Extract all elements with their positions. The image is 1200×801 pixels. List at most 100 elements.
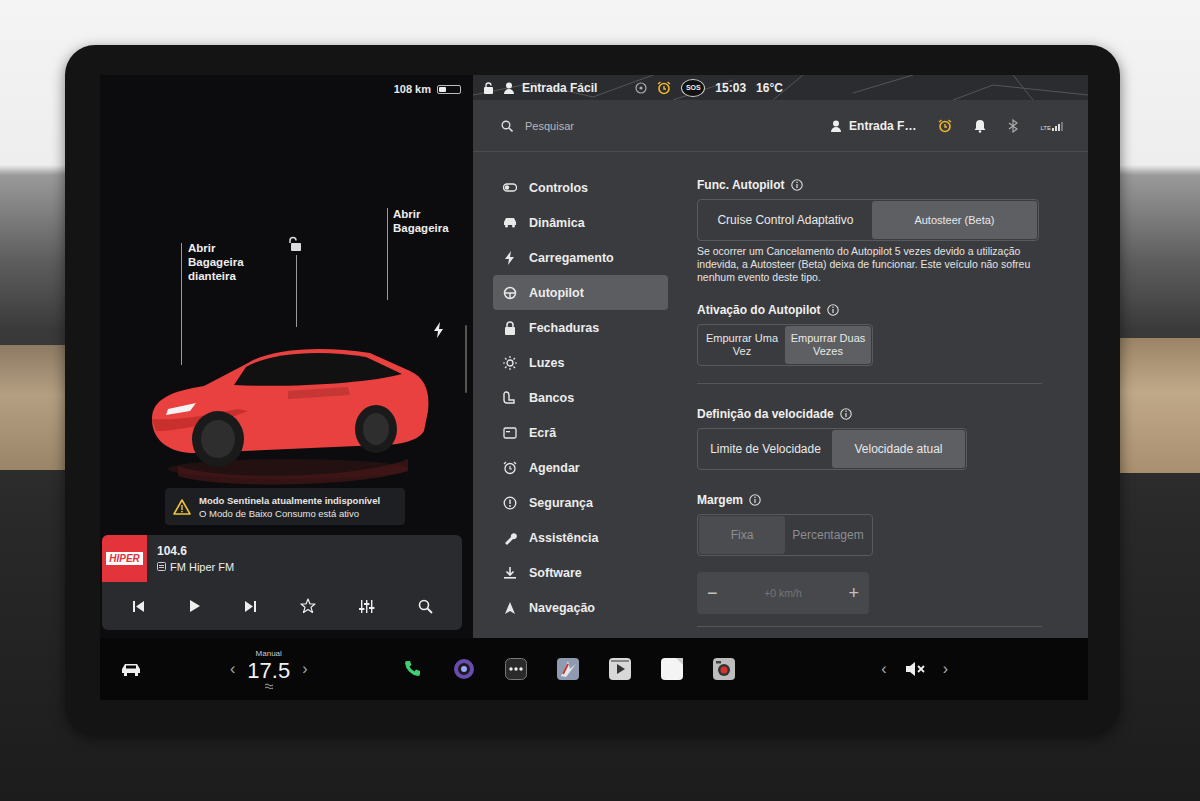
bluetooth-icon[interactable] [1008, 119, 1018, 133]
option-label: Empurrar Duas Vezes [790, 332, 866, 358]
camera-app-icon[interactable] [453, 658, 475, 680]
segment-option[interactable]: Velocidade atual [832, 430, 965, 468]
car-image [138, 291, 438, 491]
info-icon[interactable] [827, 304, 839, 316]
bell-icon[interactable] [974, 119, 986, 133]
option-label: Empurrar Uma Vez [704, 332, 780, 358]
alarm-icon[interactable] [938, 119, 952, 133]
more-apps-icon[interactable] [505, 658, 527, 680]
segment-option[interactable]: Empurrar Uma Vez [699, 326, 785, 364]
sidebar-item[interactable]: Bancos [493, 380, 668, 415]
segmented-control: Limite de Velocidade Velocidade atual [697, 428, 967, 470]
media-player: HIPER104.6FM Hiper FM [102, 535, 462, 630]
temperature-display[interactable]: Manual17.5 [247, 650, 290, 689]
sidebar-label: Controlos [529, 181, 588, 195]
section-title: Definição da velocidade [697, 406, 1047, 422]
profile-button[interactable]: Entrada F… [831, 119, 916, 133]
dashcam-app-icon[interactable] [713, 658, 735, 680]
play-icon[interactable] [188, 599, 201, 613]
volume-down-button[interactable]: ‹ [881, 660, 886, 678]
next-icon[interactable] [244, 600, 257, 613]
network-label: LTE [1040, 125, 1051, 131]
sidebar-label: Fechaduras [529, 321, 599, 335]
trunk-button[interactable]: AbrirBagageira [393, 207, 449, 235]
alarm-icon[interactable] [657, 81, 671, 95]
sidebar-label: Autopilot [529, 286, 584, 300]
temp-down-button[interactable]: ‹ [230, 660, 235, 678]
unlock-icon[interactable] [483, 82, 494, 94]
front-trunk-label: dianteira [188, 269, 244, 283]
speaker-muted-icon[interactable] [905, 660, 925, 678]
light-icon [503, 356, 517, 370]
sidebar-label: Ecrã [529, 426, 556, 440]
download-icon [503, 566, 517, 580]
sidebar-item[interactable]: Ecrã [493, 415, 668, 450]
signal-icon [1052, 121, 1063, 131]
seat-icon [503, 391, 517, 405]
media-app-icon[interactable] [609, 658, 631, 680]
navigation-app-icon[interactable] [557, 658, 579, 680]
section-title: Margem [697, 492, 1047, 508]
settings-search[interactable]: Pesquisar [501, 120, 574, 132]
sidebar-item[interactable]: Fechaduras [493, 310, 668, 345]
segment-option[interactable]: Cruise Control Adaptativo [699, 201, 872, 239]
volume-up-button[interactable]: › [943, 660, 948, 678]
settings-sidebar: Controlos Dinâmica Carregamento Autopilot Fe… [493, 152, 668, 638]
lock-icon[interactable] [289, 236, 303, 252]
front-trunk-line [181, 243, 182, 365]
section-title-text: Func. Autopilot [697, 178, 785, 192]
sidebar-item[interactable]: Dinâmica [493, 205, 668, 240]
search-icon[interactable] [418, 599, 433, 614]
charging-icon [503, 251, 517, 265]
battery-fill [439, 87, 446, 92]
display-icon [503, 426, 517, 440]
charge-port-icon[interactable] [433, 322, 444, 338]
schedule-icon [503, 461, 517, 475]
sidebar-item[interactable]: Software [493, 555, 668, 590]
sos-badge[interactable]: SOS [681, 79, 705, 97]
range-row: 108 km [100, 75, 473, 103]
outside-temperature: 16°C [756, 81, 783, 95]
media-controls [102, 582, 462, 630]
previous-icon[interactable] [132, 600, 145, 613]
sidebar-item[interactable]: Segurança [493, 485, 668, 520]
sidebar-item[interactable]: Agendar [493, 450, 668, 485]
search-placeholder[interactable]: Pesquisar [525, 120, 574, 132]
segment-option[interactable]: Empurrar Duas Vezes [785, 326, 871, 364]
option-label: Autosteer (Beta) [914, 214, 994, 227]
frequency: 104.6 [157, 543, 234, 559]
sidebar-label: Assistência [529, 531, 598, 545]
section-title-text: Margem [697, 493, 743, 507]
info-icon[interactable] [749, 494, 761, 506]
sidebar-item[interactable]: Carregamento [493, 240, 668, 275]
wrench-icon [503, 531, 517, 545]
phone-icon[interactable] [403, 659, 423, 679]
increase-button[interactable]: + [848, 583, 859, 604]
favorite-icon[interactable] [300, 598, 316, 614]
info-icon[interactable] [840, 408, 852, 420]
settings-body: Controlos Dinâmica Carregamento Autopilot Fe… [473, 152, 1088, 638]
driver-profile[interactable]: Entrada Fácil [504, 81, 597, 95]
info-icon[interactable] [791, 179, 803, 191]
sidebar-item[interactable]: Luzes [493, 345, 668, 380]
sidebar-item[interactable]: Navegação [493, 590, 668, 625]
sidebar-label: Luzes [529, 356, 564, 370]
temp-up-button[interactable]: › [302, 660, 307, 678]
decrease-button[interactable]: − [707, 583, 718, 604]
sidebar-item[interactable]: Assistência [493, 520, 668, 555]
segment-option[interactable]: Autosteer (Beta) [872, 201, 1037, 239]
front-trunk-label: Abrir [188, 241, 244, 255]
sidebar-item[interactable]: Autopilot [493, 275, 668, 310]
segment-option[interactable]: Limite de Velocidade [699, 430, 832, 468]
sidebar-label: Carregamento [529, 251, 614, 265]
car-icon[interactable] [120, 661, 142, 677]
option-label: Velocidade atual [854, 443, 942, 456]
settings-panel: Entrada FácilSOS15:0316°CPesquisarEntrad… [473, 75, 1088, 638]
sidebar-item[interactable]: Controlos [493, 170, 668, 205]
front-trunk-button[interactable]: AbrirBagageiradianteira [188, 241, 244, 283]
car-view: AbrirBagageiradianteira AbrirBagageira [100, 103, 473, 488]
climate-mode: Manual [256, 650, 282, 658]
notes-app-icon[interactable] [661, 658, 683, 680]
equalizer-icon[interactable] [359, 599, 375, 614]
homelink-icon[interactable] [635, 82, 647, 94]
